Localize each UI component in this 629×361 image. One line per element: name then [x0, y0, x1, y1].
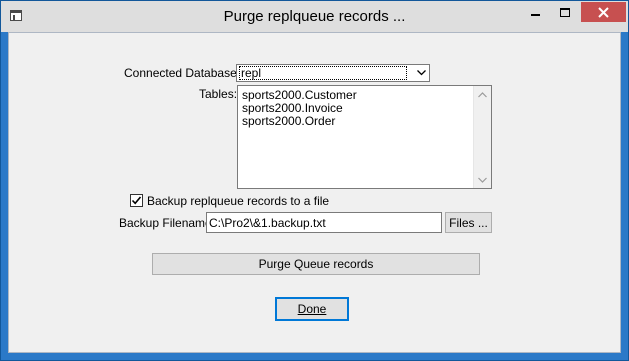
title-bar[interactable]: Purge replqueue records ...	[1, 1, 628, 32]
close-button[interactable]	[581, 2, 626, 22]
connected-databases-select[interactable]: repl	[236, 64, 430, 82]
dialog-window: Purge replqueue records ... Connected Da…	[0, 0, 629, 361]
tables-scrollbar[interactable]	[473, 86, 491, 188]
tables-label: Tables:	[199, 87, 238, 101]
minimize-icon	[531, 13, 540, 16]
scroll-down-icon[interactable]	[474, 171, 491, 188]
minimize-button[interactable]	[522, 2, 549, 22]
backup-filename-label: Backup Filename:	[119, 216, 216, 230]
dialog-body: Connected Databases: repl Tables: sports…	[8, 32, 621, 353]
close-icon	[598, 6, 609, 18]
purge-queue-records-button[interactable]: Purge Queue records	[152, 253, 480, 275]
maximize-icon	[559, 7, 570, 17]
connected-databases-label: Connected Databases:	[124, 66, 247, 80]
purge-button-label: Purge Queue records	[258, 257, 374, 271]
tables-listbox[interactable]: sports2000.Customer sports2000.Invoice s…	[237, 85, 492, 189]
list-item[interactable]: sports2000.Order	[242, 115, 335, 128]
backup-checkbox[interactable]	[130, 194, 143, 207]
maximize-button[interactable]	[551, 2, 578, 22]
done-button[interactable]: Done	[275, 297, 349, 321]
backup-checkbox-label[interactable]: Backup replqueue records to a file	[147, 194, 329, 208]
backup-filename-field[interactable]	[206, 212, 442, 233]
chevron-down-icon[interactable]	[413, 65, 429, 81]
files-button-label: Files ...	[449, 215, 488, 230]
checkmark-icon	[131, 196, 142, 205]
connected-databases-value: repl	[239, 66, 407, 80]
backup-filename-input[interactable]	[207, 214, 439, 231]
done-button-label: Done	[297, 302, 327, 316]
files-button[interactable]: Files ...	[445, 212, 492, 233]
scroll-up-icon[interactable]	[474, 86, 491, 103]
